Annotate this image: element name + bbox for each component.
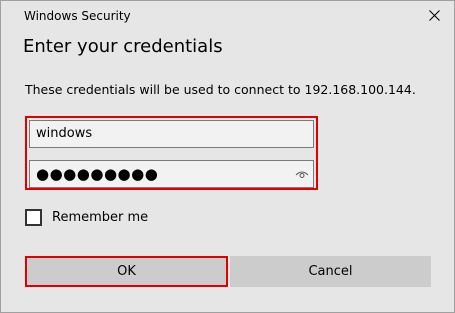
credentials-dialog: Windows Security Enter your credentials … (0, 0, 455, 313)
eye-icon[interactable] (295, 168, 309, 180)
password-field[interactable]: ●●●●●●●●● (29, 160, 314, 188)
dialog-heading: Enter your credentials (23, 36, 223, 57)
remember-me-label: Remember me (52, 210, 149, 225)
username-field[interactable]: windows (29, 120, 314, 148)
password-mask: ●●●●●●●●● (36, 165, 159, 183)
dialog-description: These credentials will be used to connec… (25, 82, 416, 97)
remember-me-option[interactable]: Remember me (25, 209, 148, 226)
cancel-button-label: Cancel (308, 264, 353, 279)
remember-me-checkbox[interactable] (25, 209, 42, 226)
cancel-button[interactable]: Cancel (230, 256, 431, 287)
close-button[interactable] (420, 1, 448, 29)
window-title: Windows Security (24, 9, 131, 23)
credentials-field-group: windows ●●●●●●●●● (25, 116, 318, 190)
ok-button-label: OK (117, 264, 136, 279)
close-icon (428, 9, 440, 21)
username-value: windows (36, 126, 93, 141)
ok-button[interactable]: OK (25, 256, 228, 287)
